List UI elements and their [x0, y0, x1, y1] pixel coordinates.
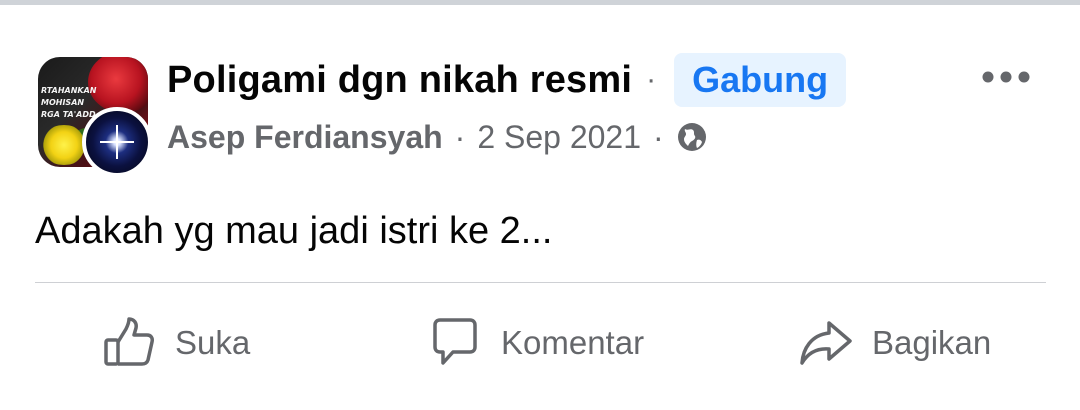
- more-options-icon: [982, 71, 1030, 83]
- group-avatar-text-line-1: RTAHANKAN: [41, 86, 97, 95]
- globe-icon: [676, 121, 708, 153]
- more-options-button[interactable]: [976, 59, 1036, 95]
- thumbs-up-icon: [101, 315, 157, 371]
- action-divider: [35, 282, 1046, 283]
- meta-separator-1: ·: [454, 118, 466, 155]
- like-label: Suka: [175, 324, 251, 361]
- comment-button[interactable]: Komentar: [427, 313, 644, 373]
- comment-label: Komentar: [501, 324, 645, 361]
- post-text-content: Adakah yg mau jadi istri ke 2...: [35, 210, 553, 252]
- user-avatar[interactable]: [82, 107, 152, 177]
- globe-icon-svg: [677, 123, 706, 151]
- join-group-button[interactable]: Gabung: [674, 53, 847, 107]
- author-name-link[interactable]: Asep Ferdiansyah: [167, 119, 443, 156]
- post-meta-row: Asep Ferdiansyah · 2 Sep 2021 ·: [167, 115, 708, 159]
- post-avatar[interactable]: RTAHANKAN MOHISAN RGA TA'ADD: [38, 57, 152, 177]
- like-button[interactable]: Suka: [101, 313, 250, 373]
- title-separator: ·: [646, 63, 657, 96]
- comment-bubble-icon: [427, 315, 483, 371]
- share-label: Bagikan: [872, 324, 992, 361]
- post-card: RTAHANKAN MOHISAN RGA TA'ADD Poligami dg…: [0, 5, 1080, 410]
- share-button[interactable]: Bagikan: [798, 313, 991, 373]
- post-date-link[interactable]: 2 Sep 2021: [477, 119, 641, 156]
- group-avatar-text-line-2: MOHISAN: [41, 98, 85, 107]
- share-arrow-icon: [798, 315, 854, 371]
- group-name-link[interactable]: Poligami dgn nikah resmi: [167, 59, 632, 102]
- post-action-bar: Suka Komentar Bagikan: [0, 301, 1080, 389]
- user-avatar-star-vertical: [116, 125, 118, 159]
- post-header-title-row: Poligami dgn nikah resmi · Gabung: [167, 53, 847, 107]
- meta-separator-2: ·: [653, 118, 664, 155]
